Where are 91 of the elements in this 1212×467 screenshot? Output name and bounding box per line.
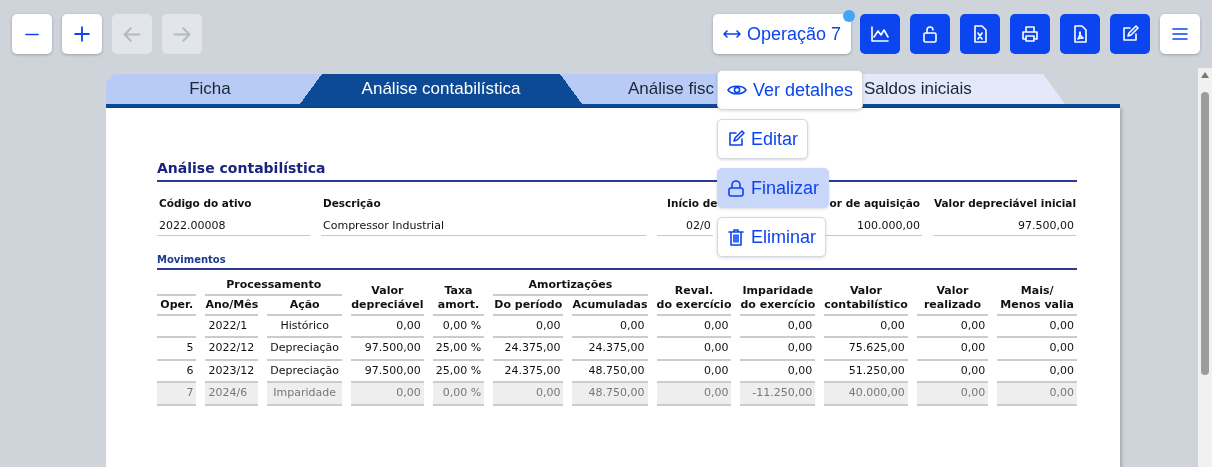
pdf-file-icon (1071, 25, 1089, 43)
table-cell: 0,00 % (432, 383, 485, 406)
table-cell: 0,00 (656, 315, 732, 338)
table-cell: 0,00 (824, 315, 908, 338)
column-header: Imparidade do exercício (740, 276, 816, 316)
field-value: 2022.00008 (157, 214, 310, 236)
column-header: Ação (267, 295, 342, 316)
table-cell: 40.000,00 (824, 383, 908, 406)
column-header: Reval. do exercício (656, 276, 732, 316)
table-cell: Histórico (267, 315, 342, 338)
edit-menu[interactable]: Editar (717, 119, 809, 159)
excel-export-button[interactable] (960, 14, 1000, 54)
table-cell: 0,00 % (432, 315, 485, 338)
minus-icon (25, 32, 39, 36)
column-header: Ano/Mês (205, 295, 259, 316)
field-label: Código do ativo (158, 196, 253, 211)
table-cell: 0,00 (916, 383, 989, 406)
column-header: Mais/ Menos valia (997, 276, 1077, 316)
column-header: Oper. (157, 295, 197, 316)
pdf-export-button[interactable] (1060, 14, 1100, 54)
delete-menu[interactable]: Eliminar (717, 217, 826, 257)
unlock-button[interactable] (910, 14, 950, 54)
table-cell: 0,00 (740, 338, 816, 361)
lock-icon (727, 179, 745, 197)
table-cell: 97.500,00 (350, 338, 424, 361)
table-cell: 0,00 (493, 383, 564, 406)
table-cell: 5 (157, 338, 197, 361)
scroll-thumb[interactable] (1201, 92, 1209, 375)
column-group-header: Amortizações (493, 276, 648, 296)
table-cell: 48.750,00 (572, 383, 648, 406)
column-header: Valor depreciável (350, 276, 424, 316)
menu-icon (1171, 25, 1189, 43)
column-header: Taxa amort. (432, 276, 485, 316)
print-button[interactable] (1010, 14, 1050, 54)
table-cell: 0,00 (656, 338, 732, 361)
table-cell: 0,00 (350, 315, 424, 338)
field-value: Compressor Industrial (321, 214, 646, 236)
printer-icon (1021, 25, 1039, 43)
menu-button[interactable] (1160, 14, 1200, 54)
trash-icon (727, 228, 745, 246)
table-cell: Depreciação (267, 338, 342, 361)
table-cell: 0,00 (656, 383, 732, 406)
table-cell: 75.625,00 (824, 338, 908, 361)
table-cell: 24.375,00 (572, 338, 648, 361)
chart-button[interactable] (860, 14, 900, 54)
column-header: Valor realizado (916, 276, 989, 316)
column-header: Acumuladas (572, 295, 648, 316)
chart-icon (871, 25, 889, 43)
tab[interactable]: Análise contabilística (300, 74, 582, 104)
table-cell: 2022/1 (205, 315, 259, 338)
edit-button[interactable] (1110, 14, 1150, 54)
forward-arrow-icon (173, 26, 191, 42)
edit-icon (1121, 25, 1139, 43)
table-cell: 25,00 % (432, 338, 485, 361)
zoom-in-button[interactable] (62, 14, 102, 54)
excel-file-icon (971, 25, 989, 43)
unlock-icon (921, 25, 939, 43)
field-value: 02/0 (657, 214, 713, 236)
table-cell: 0,00 (997, 338, 1077, 361)
scroll-up-icon[interactable] (1201, 72, 1209, 78)
table-cell: 0,00 (997, 383, 1077, 406)
eye-icon (727, 85, 747, 95)
field-label: Valor depreciável inicial (933, 196, 1076, 211)
back-arrow-icon (123, 26, 141, 42)
double-arrow-icon (722, 30, 741, 38)
tab[interactable]: Ficha (106, 74, 300, 104)
table-cell: 0,00 (350, 383, 424, 406)
scrollbar[interactable] (1198, 68, 1212, 467)
field-label: or de aquisição (828, 196, 921, 211)
field-label: Descrição (322, 196, 382, 211)
table-cell: Imparidade (267, 383, 342, 406)
edit-icon (727, 130, 745, 148)
column-header: Do período (493, 295, 564, 316)
table-cell: 0,00 (493, 315, 564, 338)
table-cell: 2024/6 (205, 383, 259, 406)
plus-icon (74, 26, 90, 42)
table-cell: 0,00 (997, 315, 1077, 338)
table-cell: 7 (157, 383, 197, 406)
finalize-menu[interactable]: Finalizar (717, 168, 830, 208)
column-group-header: Processamento (205, 276, 342, 296)
view-details-menu[interactable]: Ver detalhes (717, 70, 864, 110)
table-cell: 0,00 (916, 338, 989, 361)
table-cell: 24.375,00 (493, 338, 564, 361)
table-cell: 0,00 (916, 315, 989, 338)
column-header: Valor contabilístico (824, 276, 908, 316)
table-cell: 0,00 (572, 315, 648, 338)
table-cell: 0,00 (740, 315, 816, 338)
table-cell: -11.250,00 (740, 383, 816, 406)
tab[interactable]: Análise fisc (582, 74, 717, 104)
field-value: 97.500,00 (933, 214, 1076, 236)
table-cell: 2022/12 (205, 338, 259, 361)
